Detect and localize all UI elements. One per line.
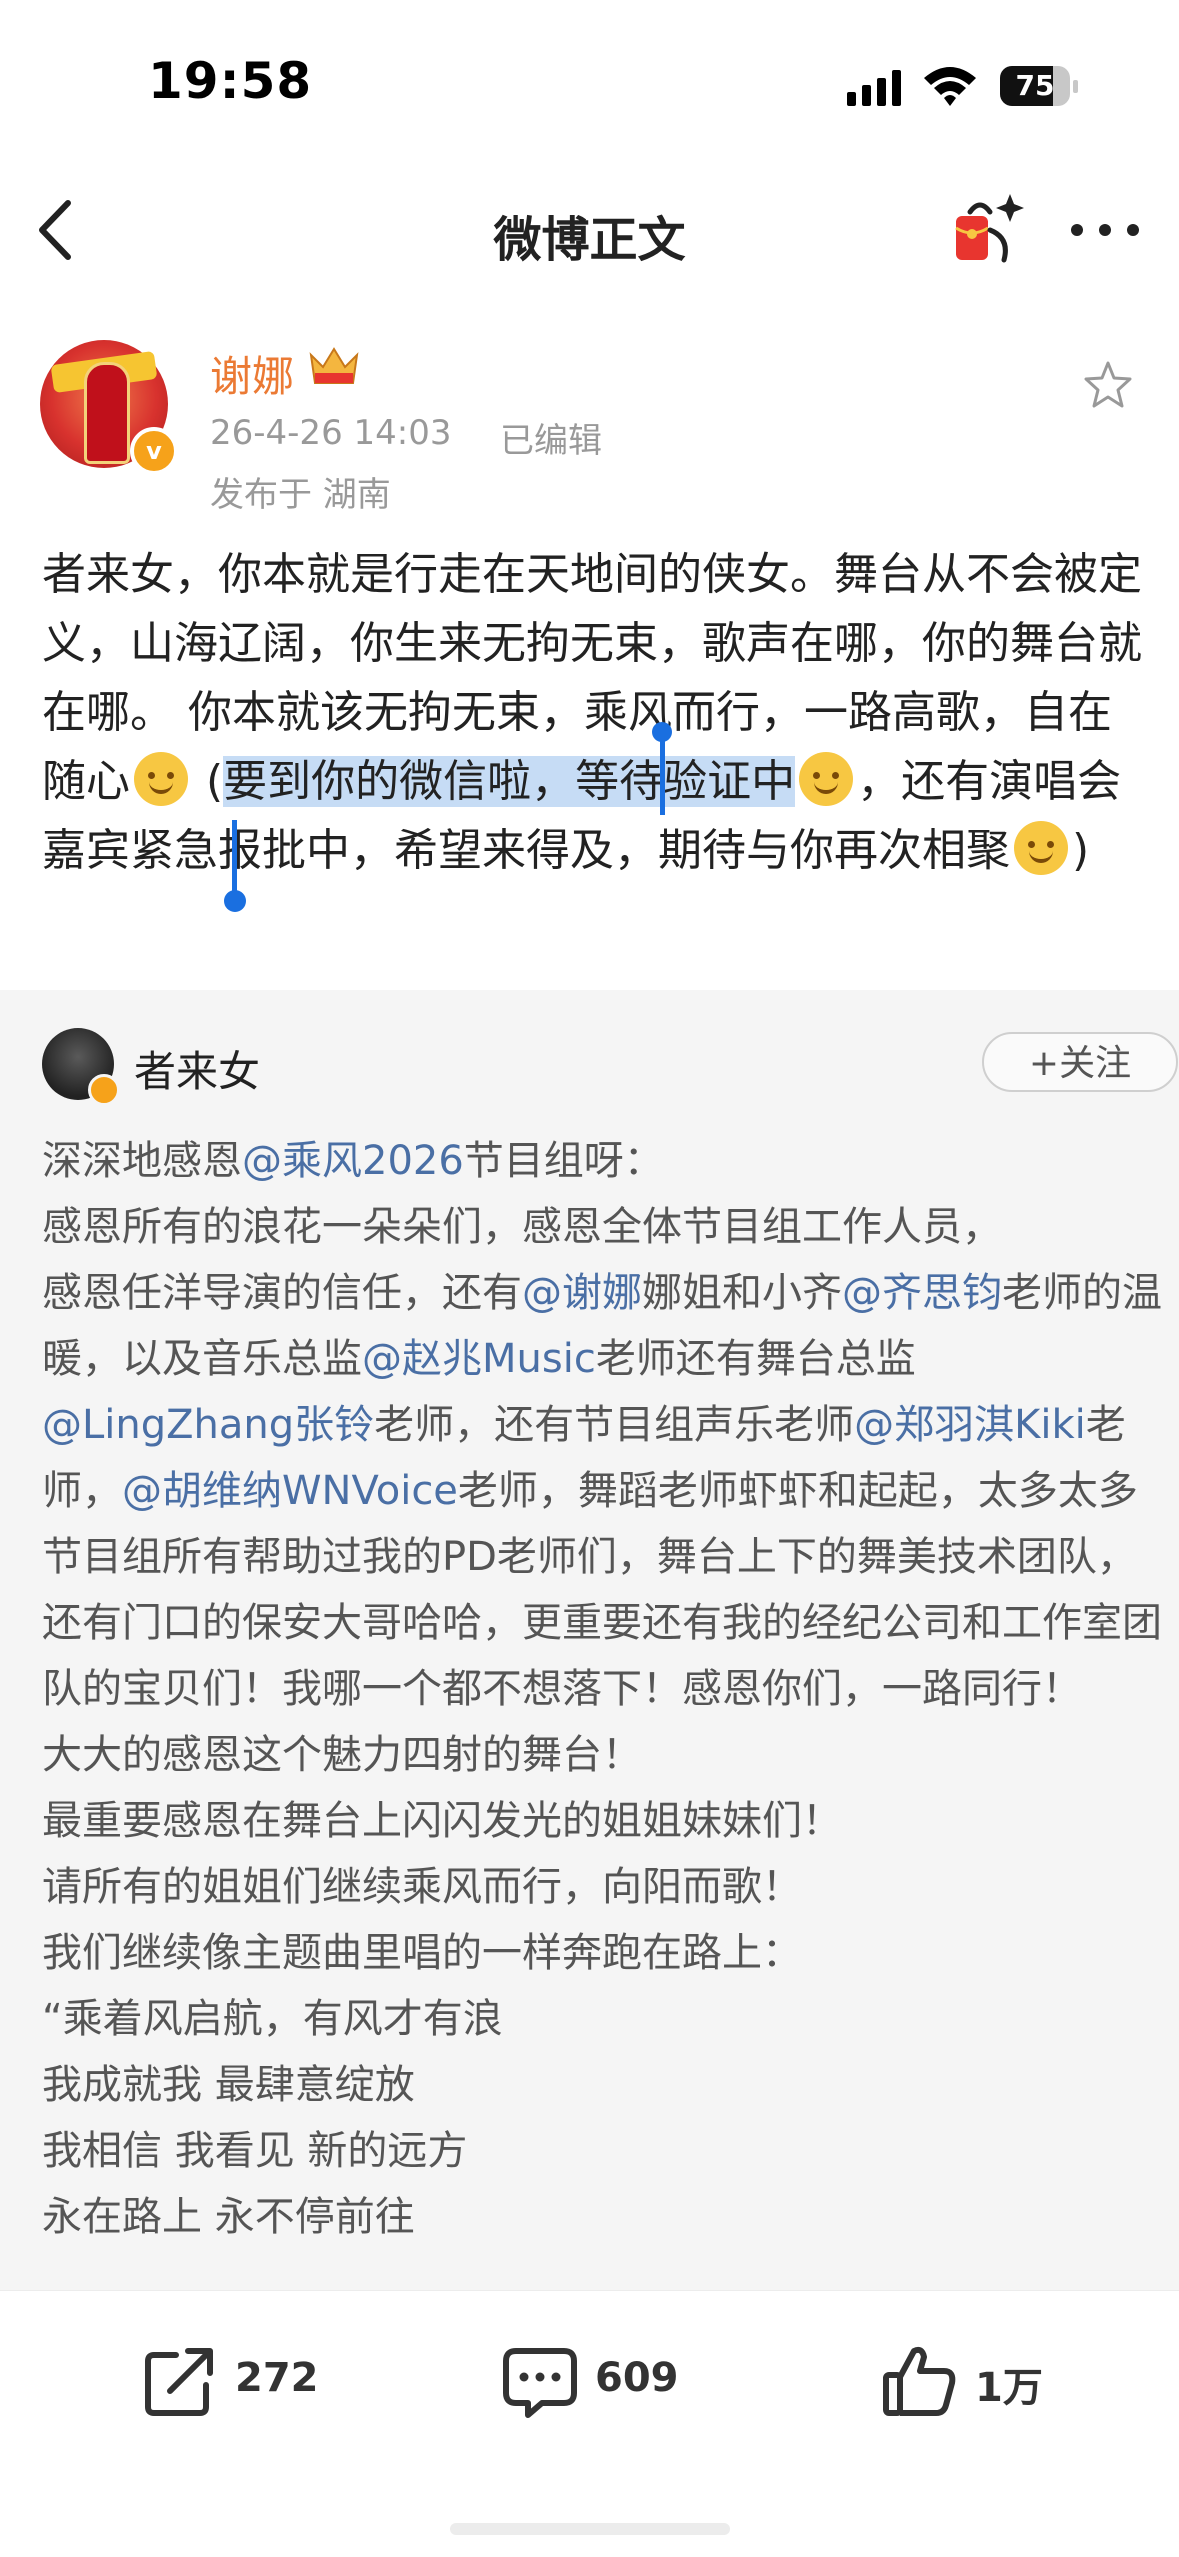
selection-start-bar [660, 735, 665, 815]
post-text-segment: ( [192, 756, 224, 807]
cellular-signal-icon [847, 70, 901, 106]
post-time: 26-4-26 14:03 [210, 413, 452, 453]
repost-line: 老师还有 [595, 1336, 756, 1382]
repost-author-name[interactable]: 者来女 [134, 1038, 260, 1099]
post-location: 发布于 湖南 [210, 475, 391, 515]
selection-end-handle[interactable] [224, 890, 246, 912]
mention-link[interactable]: @赵兆Music [362, 1336, 596, 1382]
verified-badge: v [130, 427, 178, 475]
repost-line: 请所有的姐姐们继续乘风而行，向阳而歌！ [42, 1864, 802, 1910]
repost-line: “乘着风启航，有风才有浪 [42, 1996, 503, 2042]
repost-line: 大大的感恩这个魅力四射的舞台！ [42, 1732, 642, 1778]
status-bar: 19:58 75 [0, 0, 1179, 170]
crown-icon [309, 347, 359, 384]
repost-line: 感恩任洋导演的信任，还有 [42, 1270, 522, 1316]
comment-count: 609 [595, 2355, 679, 2401]
repost-line: 最重要感恩在舞台上闪闪发光的姐姐妹妹们！ [42, 1798, 842, 1844]
repost-line: 舞台总监 [755, 1336, 916, 1382]
bottom-toolbar: 272 609 1万 [0, 2290, 1179, 2557]
battery-icon: 75 [1000, 66, 1080, 106]
share-icon [145, 2348, 213, 2416]
mention-link[interactable]: @齐思钧 [842, 1270, 1002, 1316]
wifi-icon [924, 67, 976, 106]
comment-icon [503, 2348, 577, 2418]
repost-line: 永在路上 永不停前往 [42, 2194, 415, 2240]
repost-line: 感恩所有的浪花一朵朵们，感恩全体节目组工作人员， [42, 1204, 1002, 1250]
verified-badge [88, 1074, 120, 1106]
smile-emoji-icon [1014, 821, 1068, 875]
more-options-icon[interactable] [1065, 210, 1145, 250]
red-packet-icon[interactable] [950, 190, 1030, 270]
follow-button[interactable]: +关注 [982, 1032, 1178, 1092]
post-text-segment: ) [1072, 825, 1090, 876]
like-count: 1万 [975, 2365, 1043, 2411]
repost-text: 深深地感恩@乘风2026节目组呀： 感恩所有的浪花一朵朵们，感恩全体节目组工作人… [42, 1128, 1162, 2250]
smile-emoji-icon [799, 752, 854, 806]
repost-line: 节目组呀： [463, 1138, 664, 1184]
selection-end-bar [232, 820, 237, 895]
battery-level: 75 [1015, 69, 1055, 102]
repost-count: 272 [235, 2355, 319, 2401]
status-time: 19:58 [148, 52, 313, 110]
mention-link[interactable]: @谢娜 [522, 1270, 642, 1316]
repost-line: 深深地感恩 [42, 1138, 242, 1184]
mention-link[interactable]: @LingZhang张铃 [42, 1402, 374, 1448]
thumbs-up-icon [883, 2346, 956, 2416]
home-indicator [450, 2523, 730, 2535]
repost-line: 娜姐和小齐 [642, 1270, 842, 1316]
nav-bar: 微博正文 [0, 170, 1179, 290]
mention-link[interactable]: @郑羽淇Kiki [854, 1402, 1086, 1448]
repost-line: 我们继续像主题曲里唱的一样奔跑在路上： [42, 1930, 802, 1976]
repost-line: 老师，还有节目组声乐老师 [374, 1402, 855, 1448]
edited-label: 已编辑 [500, 421, 602, 461]
author-name[interactable]: 谢娜 [210, 343, 294, 404]
post-text: 者来女，你本就是行走在天地间的侠女。舞台从不会被定义，山海辽阔，你生来无拘无束，… [42, 540, 1152, 885]
reposted-weibo[interactable]: 者来女 +关注 深深地感恩@乘风2026节目组呀： 感恩所有的浪花一朵朵们，感恩… [0, 990, 1179, 2290]
repost-line: 我成就我 最肆意绽放 [42, 2062, 415, 2108]
smile-emoji-icon [134, 752, 188, 806]
mention-link[interactable]: @胡维纳WNVoice [122, 1468, 458, 1514]
repost-line: 我相信 我看见 新的远方 [42, 2128, 468, 2174]
selected-text[interactable]: 要到你的微信啦，等待验证中 [223, 756, 796, 807]
post-author: v 谢娜 26-4-26 14:03 已编辑 发布于 湖南 [0, 295, 1179, 515]
mention-link[interactable]: @乘风2026 [242, 1138, 464, 1184]
star-icon[interactable] [1080, 357, 1136, 413]
